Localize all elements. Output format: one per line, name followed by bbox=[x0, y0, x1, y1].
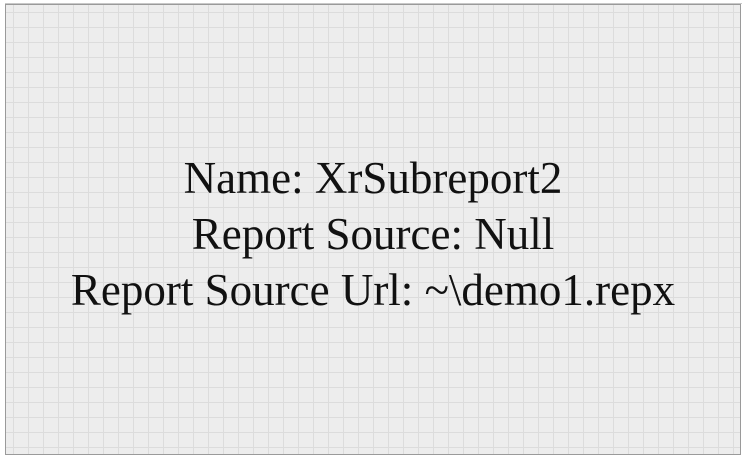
subreport-source-url-text: Report Source Url: ~\demo1.repx bbox=[70, 265, 676, 315]
subreport-name-text: Name: XrSubreport2 bbox=[183, 153, 563, 203]
subreport-source-text: Report Source: Null bbox=[191, 209, 555, 259]
subreport-control[interactable]: Name: XrSubreport2 Report Source: Null R… bbox=[5, 4, 741, 455]
subreport-caption: Name: XrSubreport2 Report Source: Null R… bbox=[6, 150, 740, 318]
report-designer-canvas: Name: XrSubreport2 Report Source: Null R… bbox=[0, 0, 742, 455]
